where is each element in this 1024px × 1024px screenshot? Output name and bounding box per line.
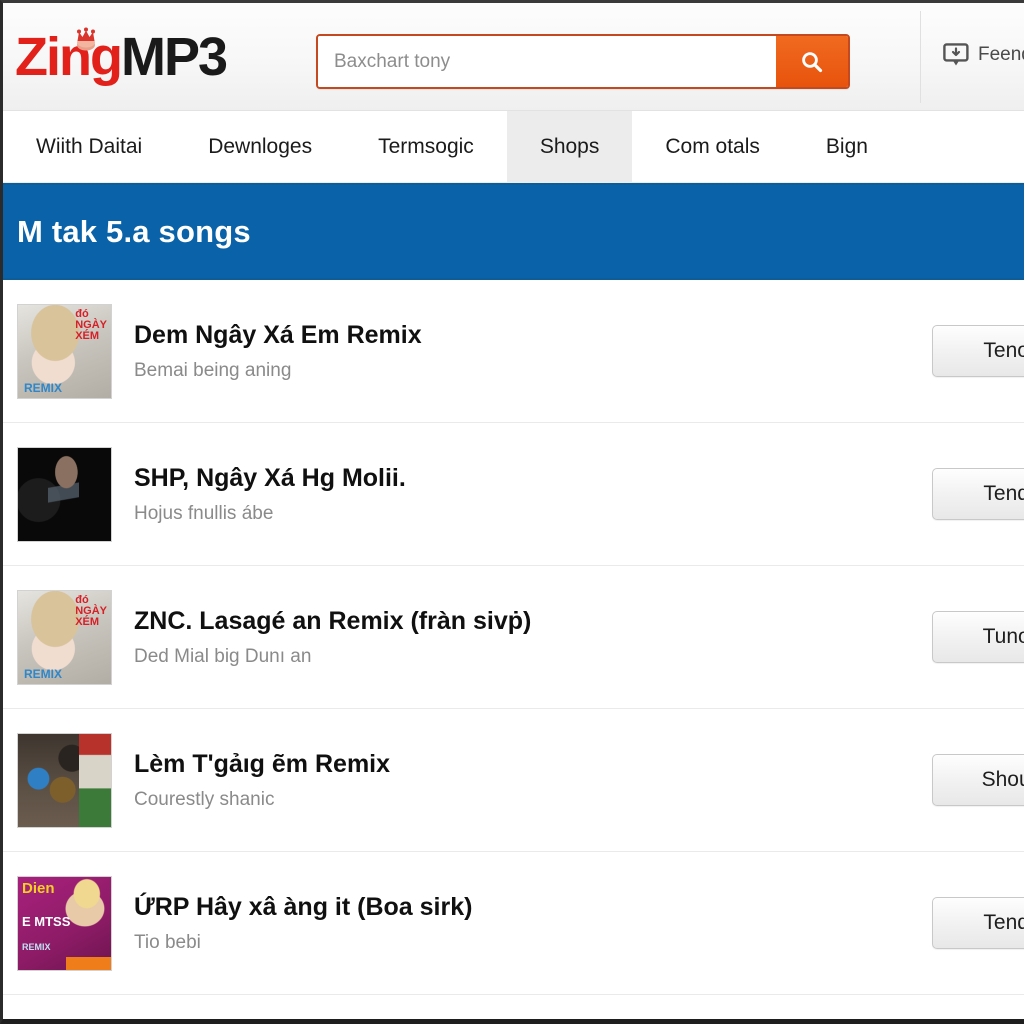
feedback-label: Feend bbox=[978, 44, 1024, 65]
song-title: SHP, Ngây Xá Hg Molii. bbox=[134, 463, 406, 492]
section-title: M tak 5.a songs bbox=[17, 213, 251, 249]
song-list-item[interactable]: Dien E MTSS REMIX ỨRP Hây xâ àng it (Boa… bbox=[3, 852, 1024, 995]
album-art-dark-stage[interactable] bbox=[17, 446, 112, 542]
song-title: ỨRP Hây xâ àng it (Boa sirk) bbox=[134, 892, 473, 921]
feedback-bubble-icon bbox=[943, 43, 969, 66]
song-artist: Hojus fnullis ábe bbox=[134, 503, 274, 525]
song-artist: Bemai being aning bbox=[134, 360, 292, 382]
site-logo[interactable]: Zing MP3 bbox=[15, 26, 228, 87]
album-art-hat-girl[interactable]: đó NGÀY XÉM REMIX bbox=[17, 589, 112, 685]
site-header: Zing MP3 Baxchart tony Feen bbox=[3, 3, 1024, 111]
logo-text-zing: Zing bbox=[15, 26, 123, 87]
song-info: ZNC. Lasagé an Remix (fràn sivṗ) Ded Mia… bbox=[134, 606, 1024, 668]
song-artist: Ded Mial big Dunı an bbox=[134, 646, 312, 668]
song-action-button[interactable]: Tenda bbox=[932, 897, 1024, 949]
song-artist: Tio bebi bbox=[134, 932, 201, 954]
song-title: Lèm T'gảıg ẽm Remix bbox=[134, 749, 391, 778]
logo-text-mp3: MP3 bbox=[120, 26, 228, 87]
album-art-hat-girl[interactable]: đó NGÀY XÉM REMIX bbox=[17, 303, 112, 399]
song-action-button[interactable]: Shoup bbox=[932, 754, 1024, 806]
header-divider bbox=[920, 11, 921, 103]
song-info: Dem Ngây Xá Em Remix Bemai being aning bbox=[134, 320, 1024, 382]
song-list-item[interactable]: Lèm T'gảıg ẽm Remix Courestly shanic Sho… bbox=[3, 709, 1024, 852]
search-button[interactable] bbox=[776, 36, 848, 87]
main-navigation: Wiith Daitai Dewnloges Termsogic Shops C… bbox=[3, 111, 1024, 183]
song-action-button[interactable]: Tenou bbox=[932, 325, 1024, 377]
search-input[interactable] bbox=[318, 36, 776, 87]
song-action-button[interactable]: Tendu bbox=[932, 468, 1024, 520]
nav-item-com-otals[interactable]: Com otals bbox=[632, 111, 793, 182]
album-art-street-group[interactable] bbox=[17, 732, 112, 828]
search-bar bbox=[316, 34, 850, 89]
section-banner: M tak 5.a songs bbox=[3, 183, 1024, 280]
song-title: Dem Ngây Xá Em Remix bbox=[134, 320, 422, 349]
nav-item-shops[interactable]: Shops bbox=[506, 111, 633, 182]
song-list: đó NGÀY XÉM REMIX Dem Ngây Xá Em Remix Bem… bbox=[3, 280, 1024, 1019]
nav-item-bign[interactable]: Bign bbox=[793, 111, 901, 182]
song-list-item[interactable]: đó NGÀY XÉM REMIX Dem Ngây Xá Em Remix Bem… bbox=[3, 280, 1024, 423]
nav-item-termsogic[interactable]: Termsogic bbox=[345, 111, 507, 182]
song-list-item[interactable]: đó NGÀY XÉM REMIX ZNC. Lasagé an Remix (fr… bbox=[3, 566, 1024, 709]
nav-item-dewnloges[interactable]: Dewnloges bbox=[175, 111, 345, 182]
song-artist: Courestly shanic bbox=[134, 789, 275, 811]
feedback-button[interactable]: Feend bbox=[943, 43, 1024, 67]
search-icon bbox=[802, 51, 823, 72]
song-title: ZNC. Lasagé an Remix (fràn sivṗ) bbox=[134, 606, 532, 635]
browser-page: Zing MP3 Baxchart tony Feen Wiith Daitai… bbox=[0, 0, 1024, 1024]
song-list-item[interactable]: SHP, Ngây Xá Hg Molii. Hojus fnullis ábe… bbox=[3, 423, 1024, 566]
album-art-magenta-poster[interactable]: Dien E MTSS REMIX bbox=[17, 875, 112, 971]
song-action-button[interactable]: Tunou bbox=[932, 611, 1024, 663]
nav-item-wiith-daitai[interactable]: Wiith Daitai bbox=[3, 111, 175, 182]
song-info: SHP, Ngây Xá Hg Molii. Hojus fnullis ábe bbox=[134, 463, 1024, 525]
song-info: ỨRP Hây xâ àng it (Boa sirk) Tio bebi bbox=[134, 892, 1024, 954]
song-info: Lèm T'gảıg ẽm Remix Courestly shanic bbox=[134, 749, 1024, 811]
